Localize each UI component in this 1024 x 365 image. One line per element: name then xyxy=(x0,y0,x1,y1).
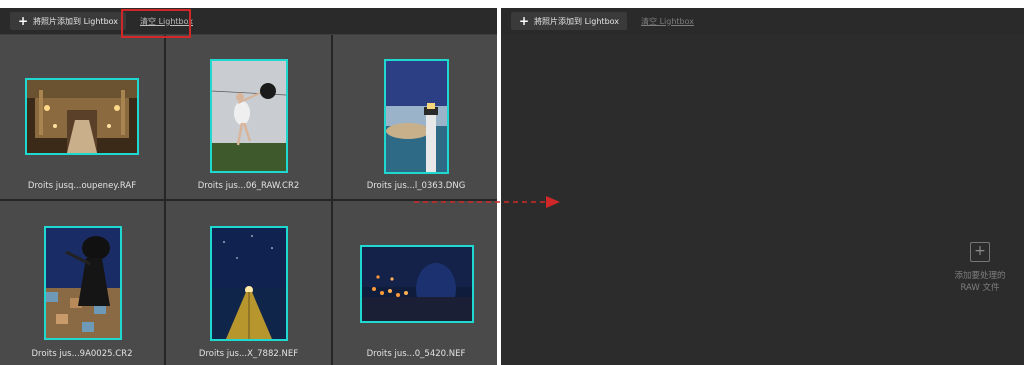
photo-cell[interactable]: Droits jusq...oupeney.RAF xyxy=(0,35,164,199)
lightbox-panel-after: + 將照片添加到 Lightbox 清空 Lightbox + 添加要处理的 R… xyxy=(501,8,1024,365)
lightbox-panel-before: + 將照片添加到 Lightbox 清空 Lightbox Droits jus… xyxy=(0,8,497,365)
plus-icon: + xyxy=(18,14,29,28)
photo-cell[interactable]: Droits jus...06_RAW.CR2 xyxy=(166,35,331,199)
arrow-icon xyxy=(414,196,560,208)
photo-filename: Droits jusq...oupeney.RAF xyxy=(27,181,137,191)
clear-lightbox-highlight xyxy=(121,9,191,38)
photo-filename: Droits jus...X_7882.NEF xyxy=(198,349,299,359)
add-to-lightbox-button[interactable]: + 將照片添加到 Lightbox xyxy=(511,12,628,30)
photo-thumbnail[interactable] xyxy=(25,78,139,155)
lightbox-toolbar: + 將照片添加到 Lightbox 清空 Lightbox xyxy=(0,8,497,34)
photo-cell[interactable]: Droits jus...l_0363.DNG xyxy=(333,35,497,199)
photo-filename: Droits jus...l_0363.DNG xyxy=(366,181,466,191)
dropzone-text-line2: RAW 文件 xyxy=(960,283,1000,293)
add-to-lightbox-label: 將照片添加到 Lightbox xyxy=(534,16,620,26)
add-files-icon: + xyxy=(970,242,990,262)
photo-cell[interactable]: Droits jus...9A0025.CR2 xyxy=(0,201,164,365)
photo-cell[interactable]: Droits jus...0_5420.NEF xyxy=(333,201,497,365)
photo-filename: Droits jus...0_5420.NEF xyxy=(366,349,466,359)
add-to-lightbox-button[interactable]: + 將照片添加到 Lightbox xyxy=(10,12,127,30)
photo-thumbnail[interactable] xyxy=(44,226,122,340)
add-raw-files-dropzone[interactable]: + 添加要处理的 RAW 文件 xyxy=(948,242,1012,294)
photo-thumbnail[interactable] xyxy=(384,59,449,174)
dropzone-text-line1: 添加要处理的 xyxy=(954,271,1006,281)
photo-thumbnail[interactable] xyxy=(360,245,474,323)
photo-thumbnail[interactable] xyxy=(210,59,288,173)
add-to-lightbox-label: 將照片添加到 Lightbox xyxy=(33,16,119,26)
photo-filename: Droits jus...06_RAW.CR2 xyxy=(197,181,300,191)
photo-thumbnail[interactable] xyxy=(210,226,288,341)
clear-lightbox-button[interactable]: 清空 Lightbox xyxy=(635,12,700,31)
plus-icon: + xyxy=(519,14,530,28)
photo-cell[interactable]: Droits jus...X_7882.NEF xyxy=(166,201,331,365)
lightbox-toolbar: + 將照片添加到 Lightbox 清空 Lightbox xyxy=(501,8,1024,34)
photo-filename: Droits jus...9A0025.CR2 xyxy=(31,349,133,359)
